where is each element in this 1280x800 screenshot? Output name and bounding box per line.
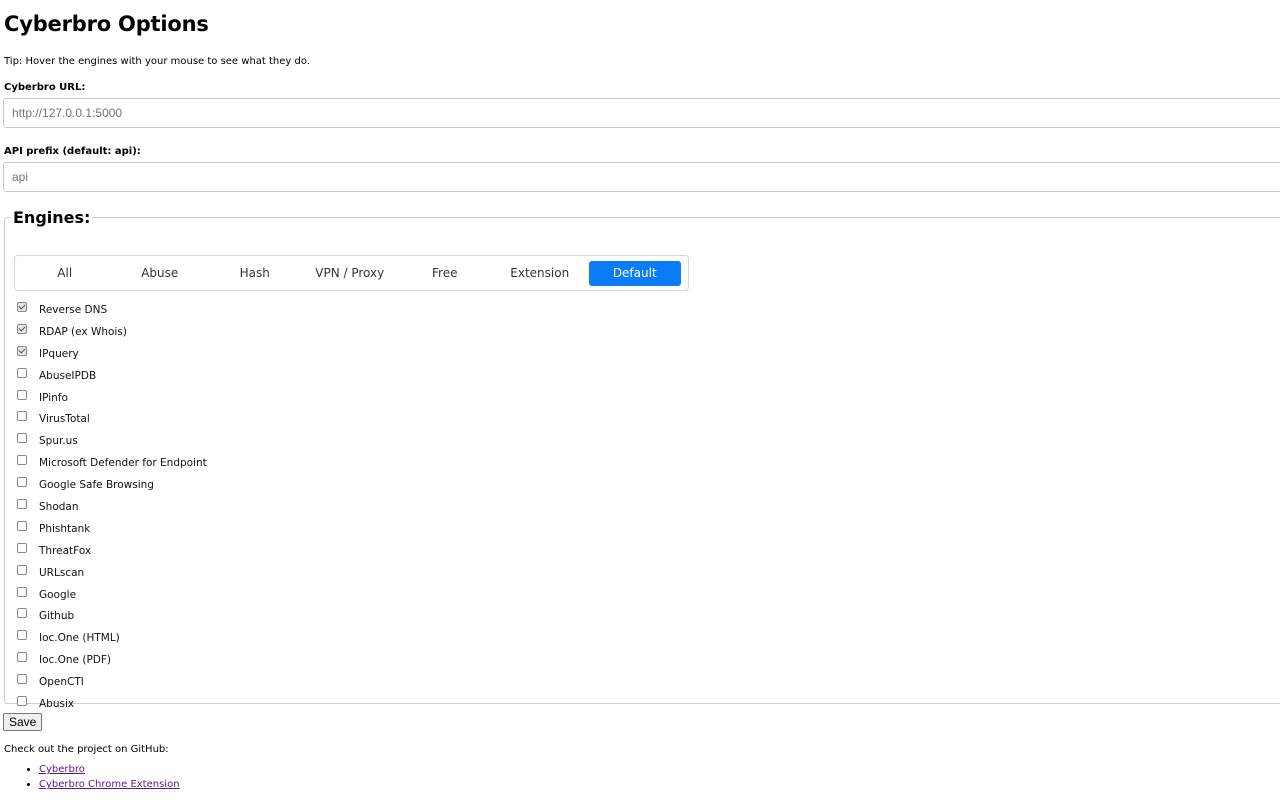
- engine-label: Shodan: [39, 500, 79, 513]
- engine-item-ipquery[interactable]: IPquery: [17, 343, 207, 365]
- engine-label: URLscan: [39, 566, 85, 579]
- engine-item-spur[interactable]: Spur.us: [17, 430, 207, 452]
- engines-fieldset: Engines: All Abuse Hash VPN / Proxy Free…: [4, 208, 1280, 710]
- engine-item-threatfox[interactable]: ThreatFox: [17, 540, 207, 562]
- options-page: Cyberbro Options Tip: Hover the engines …: [0, 0, 1280, 800]
- engine-checkbox[interactable]: [17, 477, 27, 488]
- engine-checkbox[interactable]: [17, 455, 27, 466]
- engine-checkbox[interactable]: [17, 608, 27, 619]
- engine-checkbox[interactable]: [17, 389, 27, 400]
- engine-label: OpenCTI: [39, 676, 84, 689]
- tip-text: Tip: Hover the engines with your mouse t…: [4, 56, 310, 67]
- engine-label: Google Safe Browsing: [39, 479, 154, 492]
- page-title: Cyberbro Options: [4, 12, 209, 36]
- engine-checkbox[interactable]: [17, 323, 27, 334]
- engine-item-mde[interactable]: Microsoft Defender for Endpoint: [17, 452, 207, 474]
- engine-item-virustotal[interactable]: VirusTotal: [17, 408, 207, 430]
- engine-checkbox[interactable]: [17, 433, 27, 444]
- engine-item-iocone-pdf[interactable]: Ioc.One (PDF): [17, 649, 207, 671]
- engine-label: RDAP (ex Whois): [39, 325, 127, 338]
- cyberbro-link[interactable]: Cyberbro: [39, 764, 85, 775]
- engine-checkbox[interactable]: [17, 564, 27, 575]
- tab-free[interactable]: Free: [399, 261, 491, 286]
- engine-label: Github: [39, 610, 75, 623]
- engine-item-abuseipdb[interactable]: AbuseIPDB: [17, 365, 207, 387]
- save-button[interactable]: Save: [3, 713, 43, 731]
- github-links-list: Cyberbro Cyberbro Chrome Extension: [0, 762, 180, 792]
- engine-label: Spur.us: [39, 435, 78, 448]
- engine-checkbox[interactable]: [17, 367, 27, 378]
- engine-item-opencti[interactable]: OpenCTI: [17, 671, 207, 693]
- engine-item-shodan[interactable]: Shodan: [17, 496, 207, 518]
- engine-item-github[interactable]: Github: [17, 605, 207, 627]
- engine-label: Abusix: [39, 697, 75, 710]
- engine-item-reverse-dns[interactable]: Reverse DNS: [17, 299, 207, 321]
- tab-extension[interactable]: Extension: [494, 261, 586, 286]
- engine-label: IPinfo: [39, 391, 68, 404]
- cyberbro-chrome-extension-link[interactable]: Cyberbro Chrome Extension: [39, 779, 180, 790]
- engine-label: Phishtank: [39, 522, 91, 535]
- tab-default[interactable]: Default: [589, 260, 681, 286]
- engine-item-ipinfo[interactable]: IPinfo: [17, 387, 207, 409]
- engine-item-phishtank[interactable]: Phishtank: [17, 518, 207, 540]
- api-prefix-label: API prefix (default: api):: [4, 146, 141, 157]
- engine-checkbox[interactable]: [17, 411, 27, 422]
- engine-checkbox[interactable]: [17, 695, 27, 706]
- engine-label: Microsoft Defender for Endpoint: [39, 457, 207, 470]
- api-prefix-input[interactable]: [3, 162, 1280, 192]
- engine-item-google[interactable]: Google: [17, 584, 207, 606]
- engine-label: AbuseIPDB: [39, 369, 97, 382]
- cyberbro-url-label: Cyberbro URL:: [4, 82, 86, 93]
- list-item: Cyberbro Chrome Extension: [39, 777, 180, 792]
- tab-abuse[interactable]: Abuse: [114, 261, 206, 286]
- engine-item-abusix[interactable]: Abusix: [17, 693, 207, 715]
- engine-label: Ioc.One (HTML): [39, 632, 120, 645]
- engine-label: Ioc.One (PDF): [39, 654, 111, 667]
- engine-label: Reverse DNS: [39, 303, 108, 316]
- engine-checkbox[interactable]: [17, 498, 27, 509]
- engine-label: VirusTotal: [39, 413, 90, 426]
- engine-list: Reverse DNS RDAP (ex Whois) IPquery Abus…: [17, 299, 207, 715]
- engine-label: ThreatFox: [39, 544, 92, 557]
- engine-checkbox[interactable]: [17, 652, 27, 663]
- engine-checkbox[interactable]: [17, 345, 27, 356]
- list-item: Cyberbro: [39, 762, 180, 777]
- github-intro-text: Check out the project on GitHub:: [4, 744, 169, 755]
- engine-checkbox[interactable]: [17, 630, 27, 641]
- engine-filter-tabs: All Abuse Hash VPN / Proxy Free Extensio…: [14, 255, 689, 291]
- engines-legend: Engines:: [13, 208, 91, 227]
- engine-checkbox[interactable]: [17, 542, 27, 553]
- tab-hash[interactable]: Hash: [209, 261, 301, 286]
- engine-label: IPquery: [39, 347, 79, 360]
- tab-all[interactable]: All: [19, 261, 111, 286]
- engine-item-urlscan[interactable]: URLscan: [17, 562, 207, 584]
- engine-item-google-safe-browsing[interactable]: Google Safe Browsing: [17, 474, 207, 496]
- engine-item-iocone-html[interactable]: Ioc.One (HTML): [17, 627, 207, 649]
- tab-vpn-proxy[interactable]: VPN / Proxy: [304, 261, 396, 286]
- engine-checkbox[interactable]: [17, 520, 27, 531]
- engine-checkbox[interactable]: [17, 586, 27, 597]
- engine-item-rdap[interactable]: RDAP (ex Whois): [17, 321, 207, 343]
- cyberbro-url-input[interactable]: [3, 98, 1280, 128]
- engine-checkbox[interactable]: [17, 301, 27, 312]
- engine-checkbox[interactable]: [17, 674, 27, 685]
- engine-label: Google: [39, 588, 77, 601]
